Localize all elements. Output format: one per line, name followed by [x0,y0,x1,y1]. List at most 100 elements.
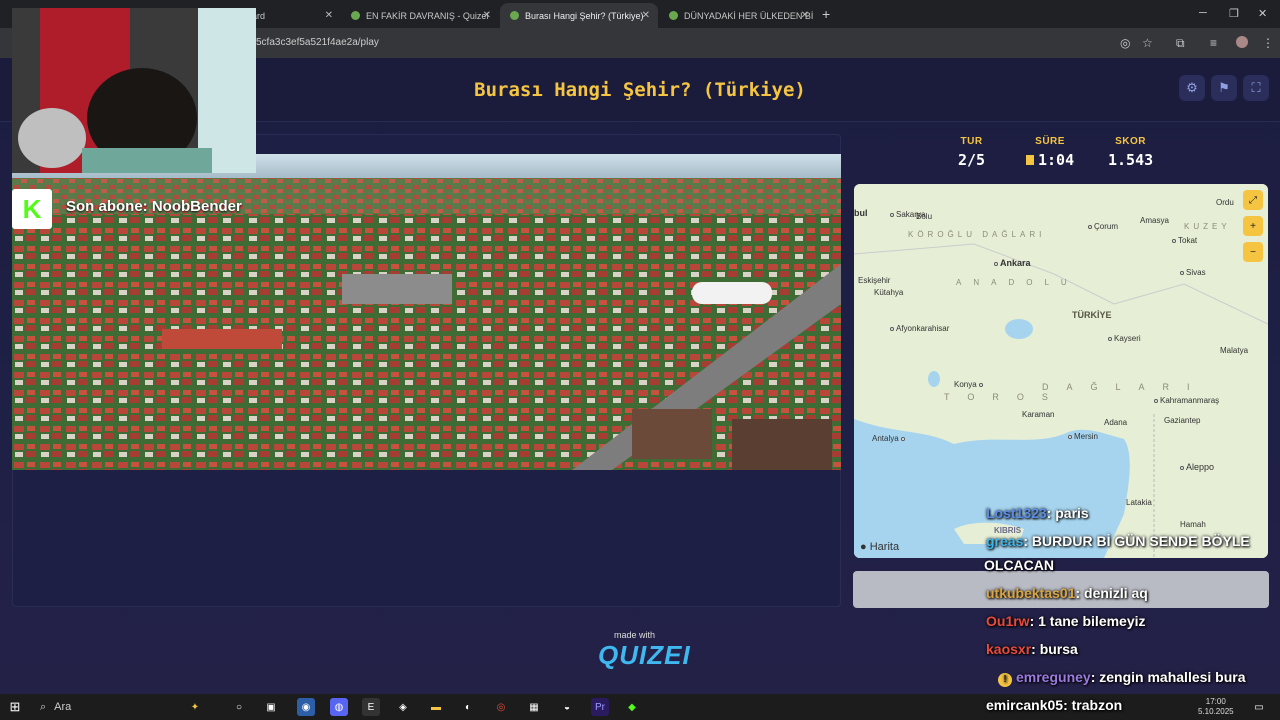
chat-message: emircank05: trabzon [986,697,1122,713]
round-stat: TUR 2/5 [958,136,985,169]
copilot-sparkle-icon[interactable]: ✦ [186,698,204,716]
expand-map-button[interactable]: ⤢ [1243,190,1263,210]
media-icon[interactable]: ≡ [1210,36,1217,50]
file-explorer-icon[interactable]: ▬ [427,698,445,716]
app-taskbar-icon[interactable]: ◒ [558,698,576,716]
badge-icon: ! [998,673,1012,687]
made-with-text: made with [614,630,656,640]
expand-icon: ⤢ [1249,194,1257,206]
tab-burasi-hangi-sehir[interactable]: Burası Hangi Şehir? (Türkiye) - Q ✕ [500,3,658,28]
chat-text: : trabzon [1063,697,1123,713]
round-label: TUR [960,136,983,147]
tab-dunyadaki[interactable]: DÜNYADAKİ HER ÜLKEDEN Bİ ✕ [659,3,817,28]
map-city-label: Afyonkarahisar [890,324,949,333]
tab-favicon-icon [351,11,360,20]
chat-text: : denizli aq [1075,585,1148,601]
extensions-icon[interactable]: ⧉ [1176,36,1185,51]
map-city-label: Aleppo [1180,462,1214,472]
settings-button[interactable]: ⚙ [1179,75,1205,101]
close-tab-icon[interactable]: ✕ [801,10,809,21]
hourglass-icon [1026,155,1034,165]
map-city-label: Konya [954,380,985,389]
notification-icon[interactable]: ▭ [1250,698,1268,716]
url-field[interactable]: 5cfa3c3ef5a521f4ae2a/play [256,37,379,48]
last-subscriber-text: Son abone: NoobBender [66,198,242,215]
windows-taskbar: ⊞ ⌕ Ara ✦ ○ ▣ ◉ ◍ E ◈ ▬ ◐ ◎ ▦ ◒ Pr ◆ emir… [0,694,1280,720]
system-clock[interactable]: 17:00 5.10.2025 [1198,697,1234,717]
minimize-icon[interactable]: ─ [1199,7,1207,19]
map-city-label: Adana [1104,418,1128,427]
chat-message: Ou1rw: 1 tane bilemeyiz [986,613,1146,629]
fullscreen-button[interactable]: ⛶ [1243,75,1269,101]
chat-username: emreguney [1016,669,1091,685]
zoom-out-button[interactable]: − [1243,242,1263,262]
epic-games-icon[interactable]: E [362,698,380,716]
close-window-icon[interactable]: ✕ [1258,7,1267,20]
score-stat: SKOR 1.543 [1108,136,1153,169]
menu-icon[interactable]: ⋮ [1262,36,1274,50]
chat-message: kaosxr: bursa [986,641,1078,657]
map-region-label: KUZEY [1184,222,1231,231]
chat-username: emircank05 [986,697,1064,713]
profile-avatar[interactable] [1236,36,1248,48]
chat-message: utkubektas01: denizli aq [986,585,1148,601]
round-value: 2/5 [958,151,986,169]
zoom-in-button[interactable]: + [1243,216,1263,236]
discord-taskbar-icon[interactable]: ◍ [330,698,348,716]
score-label: SKOR [1115,136,1147,147]
report-button[interactable]: ⚑ [1211,75,1237,101]
tab-en-fakir[interactable]: EN FAKİR DAVRANIŞ - Quizei ✕ [341,3,499,28]
flag-icon: ⚑ [1218,80,1230,95]
app-taskbar-icon[interactable]: ◈ [394,698,412,716]
map-city-label: Gaziantep [1164,416,1201,425]
tab-favicon-icon [510,11,519,20]
tab-favicon-icon [669,11,678,20]
close-tab-icon[interactable]: ✕ [642,10,650,21]
chat-text: : BURDUR Bİ GÜN SENDE BÖYLE [1023,533,1250,549]
chat-message: ! emreguney: zengin mahallesi bura [984,669,1246,687]
kick-icon: K [22,193,42,224]
map-city-label: Kahramanmaraş [1154,396,1219,405]
time-value: 1:04 [1026,151,1074,169]
chrome-taskbar-icon[interactable]: ◉ [297,698,315,716]
calculator-icon[interactable]: ▦ [525,698,543,716]
map-city-label: Ankara [994,258,1031,268]
chat-username: greas [986,533,1024,549]
obs-icon[interactable]: ◎ [492,698,510,716]
score-value: 1.543 [1108,151,1154,169]
restore-icon[interactable]: ❐ [1229,7,1239,20]
bookmark-star-icon[interactable]: ☆ [1142,36,1153,50]
steam-icon[interactable]: ◐ [459,698,477,716]
kick-logo: K [12,189,52,229]
chat-username: kaosxr [986,641,1032,657]
close-tab-icon[interactable]: ✕ [325,10,333,21]
close-tab-icon[interactable]: ✕ [483,10,491,21]
premiere-icon[interactable]: Pr [591,698,609,716]
chat-text: OLCACAN [984,557,1054,573]
map-city-label: Antalya [872,434,907,443]
tab-label: DÜNYADAKİ HER ÜLKEDEN Bİ [684,10,814,21]
apple-icon: ● [860,541,867,553]
chat-text: : paris [1046,505,1089,521]
map-city-label: Mersin [1068,432,1098,441]
task-view-icon[interactable]: ▣ [262,698,280,716]
cortana-icon[interactable]: ○ [230,698,248,716]
map-region-label: ANADOLU [956,278,1079,287]
zoom-out-icon: − [1250,246,1256,258]
new-tab-icon[interactable]: + [822,6,830,22]
chat-message: Lost1323: paris [986,505,1089,521]
map-city-label: Çorum [1088,222,1118,231]
chat-username: Ou1rw [986,613,1030,629]
windows-start-icon[interactable]: ⊞ [6,698,24,716]
chat-message: OLCACAN [984,557,1054,573]
guess-map[interactable]: Sakarya Bolu Çorum Amasya Tokat Ordu Ank… [854,184,1268,558]
quizei-logo[interactable]: QUIZEI [598,640,691,671]
eye-off-icon[interactable]: ◎ [1120,36,1130,50]
chat-text: : zengin mahallesi bura [1090,669,1246,685]
map-city-label: Bolu [916,212,933,221]
app-taskbar-icon[interactable]: ◆ [623,698,641,716]
chat-username: utkubektas01 [986,585,1076,601]
map-city-label: Eskişehir [858,276,891,285]
map-region-label: DAĞLARI [1042,382,1208,392]
map-city-label: Malatya [1220,346,1249,355]
